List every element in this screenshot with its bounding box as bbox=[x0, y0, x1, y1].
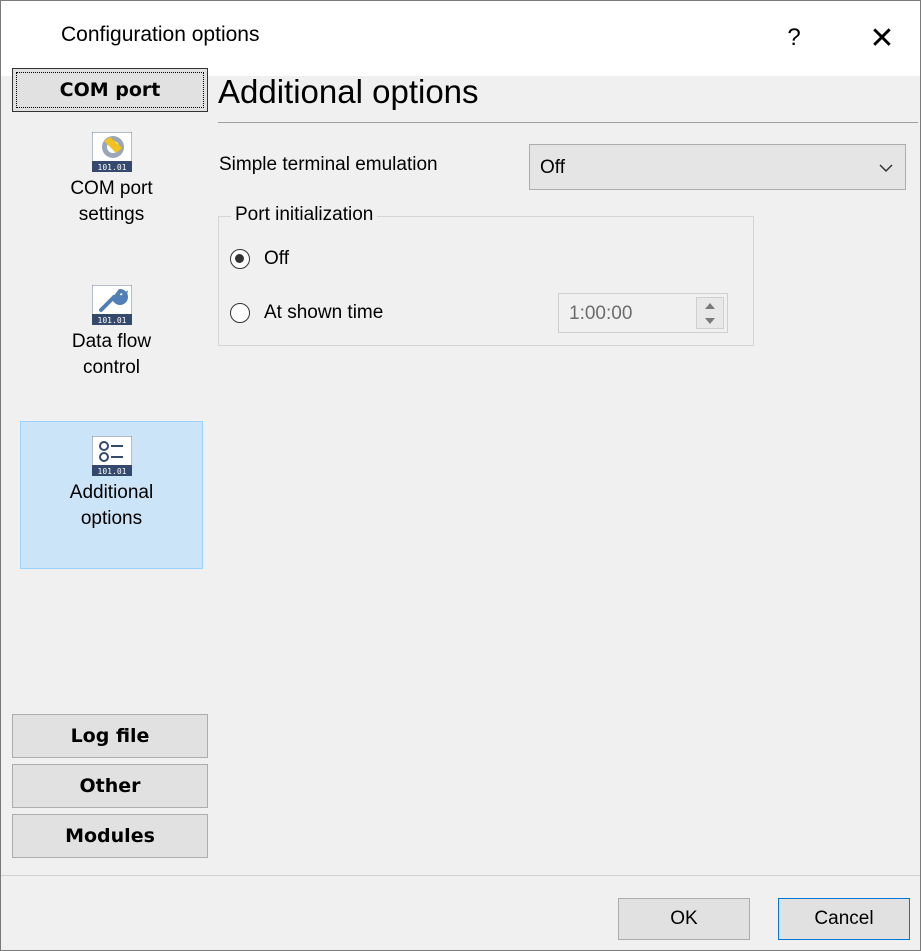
radio-at-shown-time[interactable] bbox=[230, 303, 250, 323]
radio-off[interactable] bbox=[230, 249, 250, 269]
triangle-down-icon bbox=[705, 317, 715, 324]
configuration-dialog: Configuration options ? ✕ COM port 101.0… bbox=[0, 0, 921, 951]
help-icon: ? bbox=[787, 24, 801, 51]
window-title: Configuration options bbox=[61, 23, 260, 46]
terminal-emulation-select[interactable]: Off bbox=[529, 144, 906, 190]
radio-off-label[interactable]: Off bbox=[264, 248, 289, 270]
spinner-down-button[interactable] bbox=[697, 313, 723, 328]
svg-text:101.01: 101.01 bbox=[97, 163, 126, 172]
close-button[interactable]: ✕ bbox=[859, 15, 905, 61]
help-button[interactable]: ? bbox=[771, 15, 817, 61]
radio-at-shown-time-label[interactable]: At shown time bbox=[264, 302, 383, 324]
close-icon: ✕ bbox=[869, 21, 895, 55]
title-divider bbox=[218, 122, 918, 123]
terminal-emulation-label: Simple terminal emulation bbox=[219, 154, 438, 175]
com-port-settings-icon: 101.01 bbox=[91, 132, 132, 172]
svg-text:101.01: 101.01 bbox=[97, 316, 126, 325]
svg-text:101.01: 101.01 bbox=[97, 467, 126, 476]
group-other[interactable]: Other bbox=[12, 764, 208, 808]
terminal-emulation-value: Off bbox=[540, 157, 565, 178]
title-bar: Configuration options ? ✕ bbox=[1, 1, 920, 76]
group-log-file[interactable]: Log file bbox=[12, 714, 208, 758]
page-title: Additional options bbox=[218, 73, 479, 110]
ok-button[interactable]: OK bbox=[618, 898, 750, 940]
options-list-icon: 101.01 bbox=[91, 436, 132, 476]
sidebar-item-data-flow-control[interactable]: 101.01 Data flow control bbox=[20, 285, 203, 381]
sidebar-item-label: control bbox=[82, 357, 141, 378]
sidebar-item-label: settings bbox=[78, 204, 145, 225]
group-modules[interactable]: Modules bbox=[12, 814, 208, 858]
triangle-up-icon bbox=[705, 302, 715, 309]
footer-divider bbox=[1, 875, 920, 876]
cancel-button[interactable]: Cancel bbox=[778, 898, 910, 940]
wrench-icon: 101.01 bbox=[91, 285, 132, 325]
sidebar-item-label: Additional bbox=[69, 482, 154, 503]
sidebar-item-com-port-settings[interactable]: 101.01 COM port settings bbox=[20, 132, 203, 228]
time-spinner[interactable]: 1:00:00 bbox=[558, 293, 728, 333]
sidebar-item-label: options bbox=[80, 508, 143, 529]
sidebar-item-label: Data flow bbox=[71, 331, 152, 352]
time-value: 1:00:00 bbox=[569, 303, 633, 324]
group-com-port[interactable]: COM port bbox=[12, 68, 208, 112]
spinner-buttons bbox=[696, 297, 724, 329]
chevron-down-icon bbox=[879, 164, 893, 173]
sidebar-item-additional-options[interactable]: 101.01 Additional options bbox=[20, 421, 203, 569]
sidebar-item-label: COM port bbox=[70, 178, 153, 199]
spinner-up-button[interactable] bbox=[697, 298, 723, 313]
sidebar: COM port 101.01 COM port settings 101.01… bbox=[12, 68, 210, 863]
port-initialization-legend: Port initialization bbox=[231, 204, 378, 226]
